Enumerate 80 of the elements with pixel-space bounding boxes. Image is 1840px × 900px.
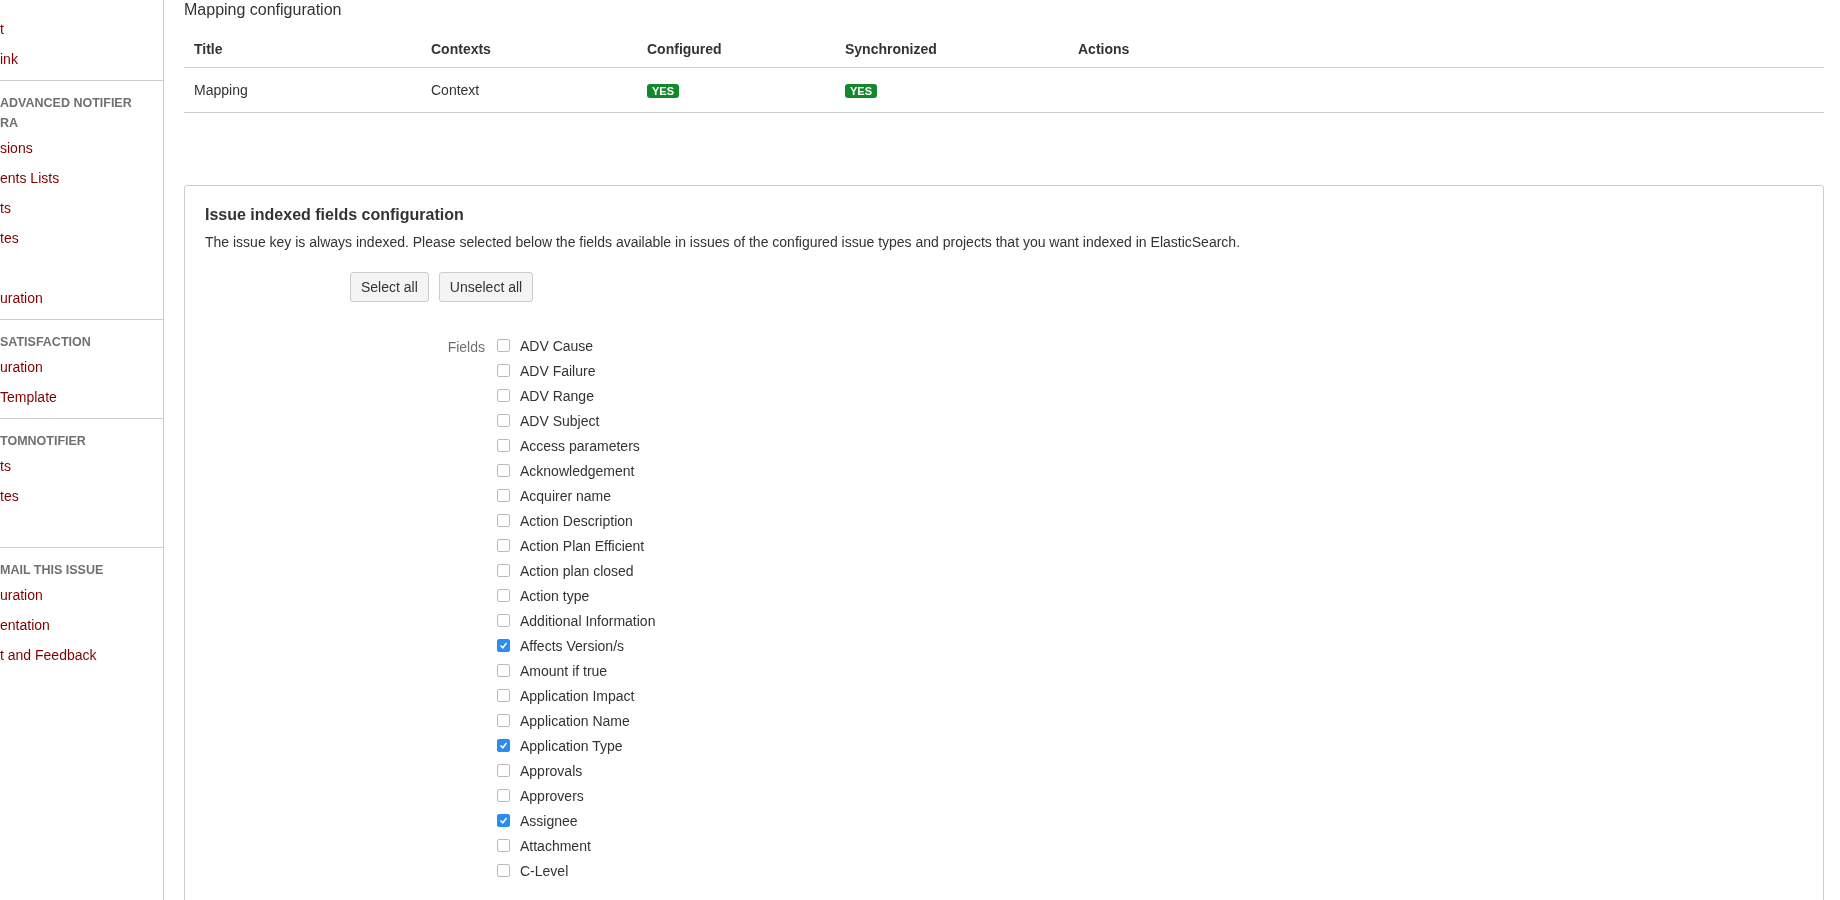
checkbox[interactable] <box>497 539 510 552</box>
checkbox[interactable] <box>497 689 510 702</box>
checkbox[interactable] <box>497 864 510 877</box>
panel-title: Issue indexed fields configuration <box>205 206 465 224</box>
sidebar-link[interactable]: t and Feedback <box>0 640 163 670</box>
section-title: Mapping configuration <box>184 0 343 20</box>
checkbox-label: Application Name <box>520 712 630 729</box>
checkbox[interactable] <box>497 439 510 452</box>
checkbox[interactable] <box>497 714 510 727</box>
checkbox-label: Application Impact <box>520 687 635 704</box>
sidebar-link[interactable]: uration <box>0 352 163 382</box>
checkbox-label: Affects Version/s <box>520 637 624 654</box>
check-icon <box>499 816 508 825</box>
sidebar-link[interactable]: sions <box>0 133 163 163</box>
sidebar-link[interactable]: ts <box>0 193 163 223</box>
sidebar-link[interactable]: entation <box>0 610 163 640</box>
sidebar-link[interactable]: tes <box>0 481 163 511</box>
check-icon <box>499 741 508 750</box>
checkbox[interactable] <box>497 814 510 827</box>
checkbox-label: Approvals <box>520 762 583 779</box>
checkbox[interactable] <box>497 839 510 852</box>
sidebar-heading: SATISFACTION <box>0 334 92 351</box>
checkbox[interactable] <box>497 564 510 577</box>
column-header: Configured <box>637 30 835 68</box>
checkbox-label: ADV Range <box>520 387 594 404</box>
sidebar-link[interactable]: uration <box>0 580 163 610</box>
checkbox[interactable] <box>497 764 510 777</box>
sidebar-heading: ADVANCED NOTIFIER RA <box>0 95 133 132</box>
checkbox-label: Amount if true <box>520 662 608 679</box>
checkbox[interactable] <box>497 739 510 752</box>
checkbox[interactable] <box>497 614 510 627</box>
column-header: Title <box>184 30 421 68</box>
checkbox[interactable] <box>497 664 510 677</box>
checkbox-label: ADV Cause <box>520 337 594 354</box>
sidebar-link[interactable]: ts <box>0 451 163 481</box>
column-header: Synchronized <box>835 30 1068 68</box>
action-button[interactable]: Unselect all <box>438 272 534 302</box>
table-cell: Mapping <box>184 67 421 113</box>
checkbox-label: Assignee <box>520 812 578 829</box>
sidebar-link[interactable]: ents Lists <box>0 163 163 193</box>
checkbox[interactable] <box>497 639 510 652</box>
panel-description: The issue key is always indexed. Please selected below the fields available in issues of the configured issue types and projects that you want indexed in ElasticSearch. <box>205 234 1242 250</box>
sidebar-heading: TOMNOTIFIER <box>0 433 87 450</box>
status-badge: YES <box>845 84 877 98</box>
checkbox[interactable] <box>497 589 510 602</box>
checkbox-label: Action type <box>520 587 590 604</box>
field-label: Fields <box>446 338 486 357</box>
checkbox[interactable] <box>497 514 510 527</box>
checkbox-label: Application Type <box>520 737 623 754</box>
table-cell: Context <box>421 67 637 113</box>
check-icon <box>499 641 508 650</box>
checkbox[interactable] <box>497 364 510 377</box>
checkbox-label: C-Level <box>520 862 569 879</box>
sidebar-link[interactable]: tes <box>0 223 163 253</box>
checkbox-label: Approvers <box>520 787 584 804</box>
checkbox-label: Action plan closed <box>520 562 634 579</box>
sidebar-link[interactable]: ink <box>0 44 163 74</box>
status-badge: YES <box>647 84 679 98</box>
checkbox-label: Additional Information <box>520 612 656 629</box>
sidebar-link[interactable]: Template <box>0 382 163 412</box>
checkbox-label: ADV Failure <box>520 362 596 379</box>
checkbox[interactable] <box>497 339 510 352</box>
action-button[interactable]: Select all <box>350 272 429 302</box>
checkbox[interactable] <box>497 414 510 427</box>
checkbox-label: Access parameters <box>520 437 640 454</box>
checkbox[interactable] <box>497 389 510 402</box>
sidebar-link[interactable]: t <box>0 14 163 44</box>
sidebar-heading: MAIL THIS ISSUE <box>0 562 105 579</box>
checkbox-label: Attachment <box>520 837 591 854</box>
column-header: Actions <box>1068 30 1824 68</box>
checkbox[interactable] <box>497 464 510 477</box>
column-header: Contexts <box>421 30 637 68</box>
checkbox-label: Action Plan Efficient <box>520 537 645 554</box>
checkbox-label: Action Description <box>520 512 633 529</box>
checkbox[interactable] <box>497 789 510 802</box>
checkbox-label: Acquirer name <box>520 487 612 504</box>
sidebar-link[interactable]: uration <box>0 283 163 313</box>
checkbox-label: ADV Subject <box>520 412 600 429</box>
checkbox-label: Acknowledgement <box>520 462 635 479</box>
checkbox[interactable] <box>497 489 510 502</box>
